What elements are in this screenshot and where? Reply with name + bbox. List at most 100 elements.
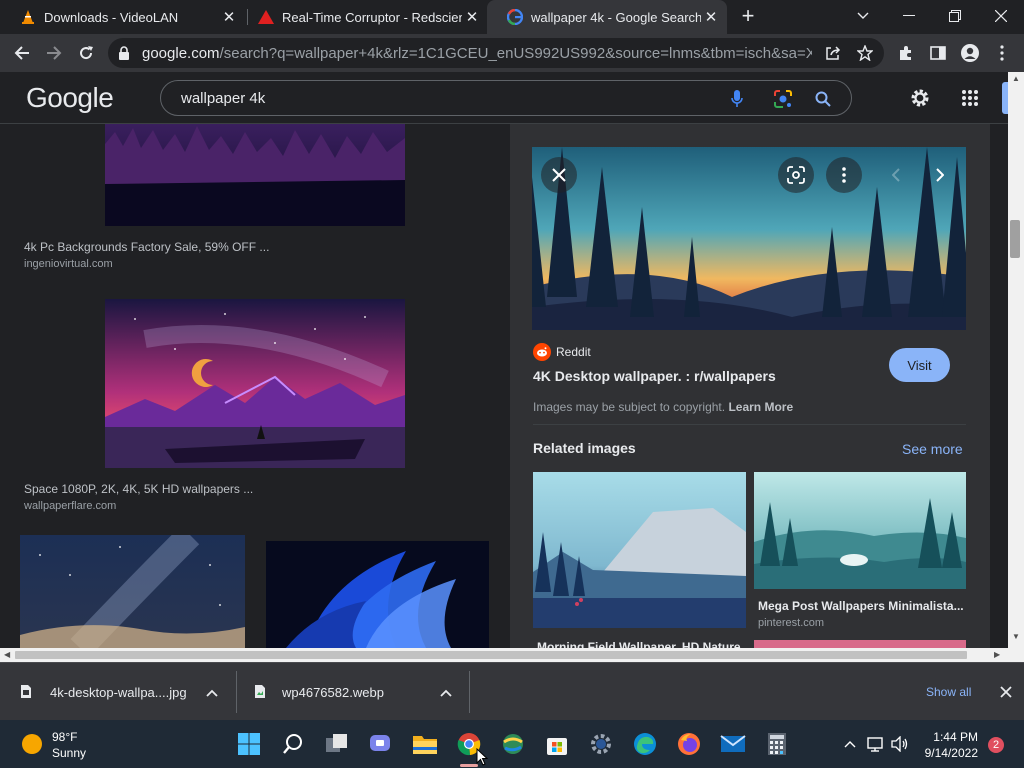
lock-icon[interactable] [118,46,130,65]
windows-taskbar: 98°F Sunny 1:44 PM 9/14/2022 [0,720,1024,768]
download-filename: wp4676582.webp [282,684,384,700]
red-triangle-icon [258,9,274,25]
file-explorer-icon[interactable] [411,730,439,758]
visit-button[interactable]: Visit [889,348,950,382]
search-query[interactable]: wallpaper 4k [181,90,265,107]
sunny-weather-icon[interactable] [18,730,46,758]
tab-title: wallpaper 4k - Google Search [531,9,701,25]
search-box[interactable]: wallpaper 4k [160,80,852,116]
extensions-puzzle-icon[interactable] [894,41,918,65]
copyright-notice: Images may be subject to copyright. Lear… [533,400,793,414]
scroll-up-arrow-icon[interactable]: ▲ [1012,74,1020,83]
settings-gear-icon[interactable] [908,86,932,110]
forward-arrow-icon[interactable] [42,41,66,65]
bookmark-star-icon[interactable] [855,43,875,63]
result-image-space[interactable] [105,299,405,468]
tab-close-icon[interactable]: ✕ [701,7,721,27]
related-image-title[interactable]: Mega Post Wallpapers Minimalista... [758,599,964,613]
related-image-morning-field[interactable] [533,472,746,628]
google-apps-icon[interactable] [958,86,982,110]
search-icon[interactable] [812,88,834,110]
tab-videolan[interactable]: Downloads - VideoLAN ✕ [0,0,245,34]
result-title[interactable]: 4k Pc Backgrounds Factory Sale, 59% OFF … [24,240,269,254]
side-panel-icon[interactable] [926,41,950,65]
notification-badge[interactable]: 2 [988,737,1004,753]
google-header: Google wallpaper 4k [0,72,1024,124]
download-chevron-up-icon[interactable] [206,685,218,700]
share-icon[interactable] [823,43,843,63]
result-source[interactable]: wallpaperflare.com [24,500,116,512]
result-image-milkyway[interactable] [20,535,245,648]
task-view-icon[interactable] [323,730,351,758]
settings-app-icon[interactable] [587,730,615,758]
mail-icon[interactable] [719,730,747,758]
close-preview-button[interactable] [541,157,577,193]
taskbar-search-icon[interactable] [279,730,307,758]
minimize-button[interactable] [886,0,932,32]
voice-search-icon[interactable] [726,88,748,110]
see-more-link[interactable]: See more [902,441,963,457]
teams-chat-icon[interactable] [367,730,395,758]
restore-button[interactable] [932,0,978,32]
download-chevron-up-icon[interactable] [440,685,452,700]
show-hidden-icons-chevron-icon[interactable] [836,730,864,758]
windows-start-icon[interactable] [235,730,263,758]
download-item-jpg[interactable]: 4k-desktop-wallpa....jpg [20,663,230,721]
reload-icon[interactable] [74,41,98,65]
paint-globe-icon[interactable] [499,730,527,758]
edge-browser-icon[interactable] [631,730,659,758]
related-image-pink[interactable] [754,640,966,648]
result-source[interactable]: ingeniovirtual.com [24,258,113,270]
lens-search-icon[interactable] [772,88,794,110]
result-image-windows-bloom[interactable] [266,541,489,648]
browser-toolbar: google.com/search?q=wallpaper+4k&rlz=1C1… [0,34,1024,72]
close-download-bar-icon[interactable] [1000,685,1012,703]
vertical-scroll-thumb[interactable] [1010,220,1020,258]
result-image-forest[interactable] [105,124,405,226]
tab-close-icon[interactable]: ✕ [462,7,482,27]
copyright-text: Images may be subject to copyright. [533,400,726,414]
lens-search-image-icon[interactable] [778,157,814,193]
tab-search-icon[interactable] [840,0,886,32]
close-window-button[interactable] [978,0,1024,32]
clock-time: 1:44 PM [933,730,978,744]
vlc-cone-icon [20,9,36,25]
new-tab-button[interactable]: + [737,5,759,28]
profile-avatar-icon[interactable] [958,41,982,65]
tab-google-search[interactable]: wallpaper 4k - Google Search ✕ [487,0,727,34]
more-options-icon[interactable] [826,157,862,193]
horizontal-scroll-thumb[interactable] [15,651,967,659]
scroll-down-arrow-icon[interactable]: ▼ [1012,632,1020,641]
address-bar[interactable]: google.com/search?q=wallpaper+4k&rlz=1C1… [108,38,884,68]
related-image-source[interactable]: pinterest.com [758,617,824,629]
tab-close-icon[interactable]: ✕ [219,7,239,27]
system-clock[interactable]: 1:44 PM 9/14/2022 [906,729,978,761]
related-image-minimal-forest[interactable] [754,472,966,589]
show-all-downloads-link[interactable]: Show all [926,685,971,699]
google-logo[interactable]: Google [26,82,114,114]
tab-redscientist[interactable]: Real-Time Corruptor - Redscientist ✕ [238,0,488,34]
preview-source[interactable]: Reddit [533,343,591,361]
related-image-title[interactable]: Morning Field Wallpaper, HD Nature ... [537,640,754,648]
scroll-left-arrow-icon[interactable]: ◀ [4,650,10,659]
url-text[interactable]: google.com/search?q=wallpaper+4k&rlz=1C1… [142,45,812,62]
tab-title: Downloads - VideoLAN [44,9,179,25]
previous-image-icon[interactable] [878,157,914,193]
divider [533,424,966,425]
screen: Downloads - VideoLAN ✕ Real-Time Corrupt… [0,0,1024,768]
back-arrow-icon[interactable] [10,41,34,65]
weather-temperature[interactable]: 98°F [52,730,77,744]
firefox-icon[interactable] [675,730,703,758]
page-vertical-scrollbar[interactable]: ▲ ▼ [1008,72,1024,648]
weather-condition[interactable]: Sunny [52,746,86,760]
calculator-icon[interactable] [763,730,791,758]
learn-more-link[interactable]: Learn More [728,400,793,414]
result-title[interactable]: Space 1080P, 2K, 4K, 5K HD wallpapers ..… [24,482,253,496]
mouse-cursor-icon [476,747,489,768]
next-image-icon[interactable] [922,157,958,193]
scroll-right-arrow-icon[interactable]: ▶ [994,650,1000,659]
chrome-menu-icon[interactable] [990,41,1014,65]
microsoft-store-icon[interactable] [543,730,571,758]
preview-title[interactable]: 4K Desktop wallpaper. : r/wallpapers [533,368,776,384]
download-item-webp[interactable]: wp4676582.webp [254,663,464,721]
